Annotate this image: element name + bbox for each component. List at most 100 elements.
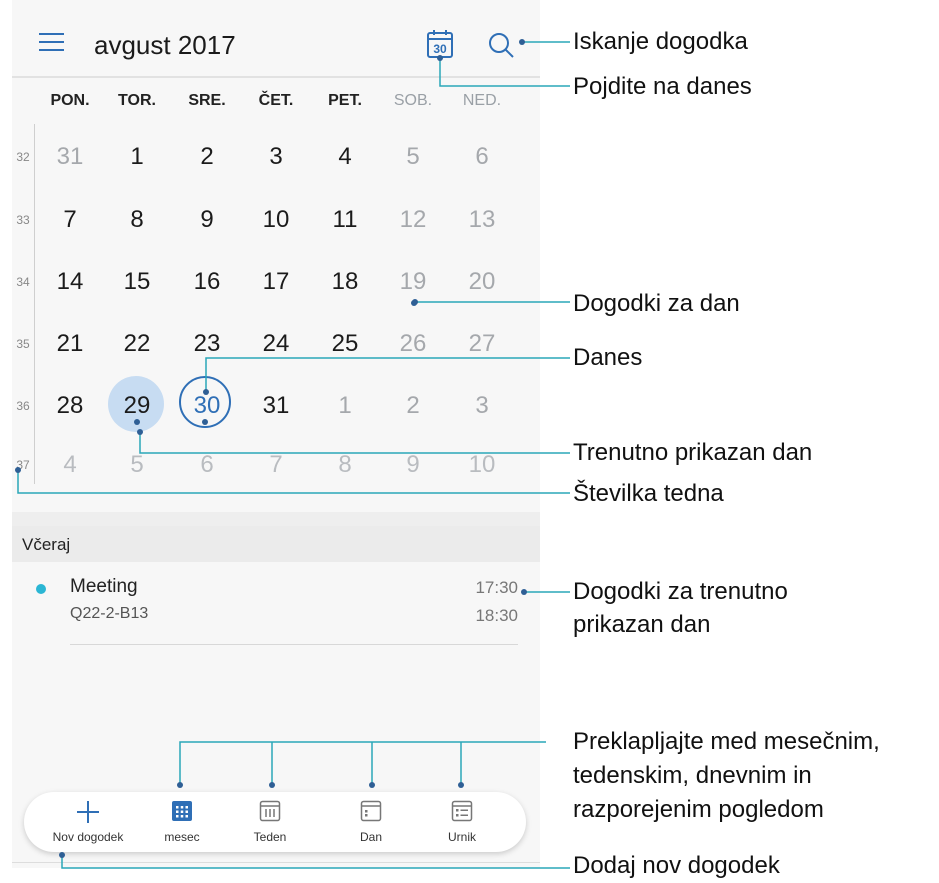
tab-month[interactable]: mesec bbox=[137, 792, 227, 852]
weekday-header: PON. TOR. SRE. ČET. PET. SOB. NED. bbox=[12, 92, 540, 116]
day-cell[interactable]: 27 bbox=[457, 330, 507, 358]
day-cell[interactable]: 6 bbox=[182, 451, 232, 479]
day-cell[interactable]: 22 bbox=[112, 330, 162, 358]
day-cell[interactable]: 31 bbox=[45, 143, 95, 171]
day-cell[interactable]: 1 bbox=[112, 143, 162, 171]
day-cell[interactable]: 28 bbox=[45, 392, 95, 420]
day-cell[interactable]: 10 bbox=[457, 451, 507, 479]
day-cell[interactable]: 5 bbox=[388, 143, 438, 171]
day-cell[interactable]: 29 bbox=[112, 392, 162, 420]
new-event-label: Nov dogodek bbox=[52, 830, 124, 844]
new-event-button[interactable]: Nov dogodek bbox=[43, 792, 133, 852]
week-number: 34 bbox=[16, 275, 30, 289]
callout-search: Iskanje dogodka bbox=[573, 28, 748, 55]
callout-today: Danes bbox=[573, 344, 643, 371]
day-cell[interactable]: 3 bbox=[251, 143, 301, 171]
day-cell[interactable]: 21 bbox=[45, 330, 95, 358]
day-cell[interactable]: 13 bbox=[457, 206, 507, 234]
day-cell[interactable]: 31 bbox=[251, 392, 301, 420]
callout-events-current-1: Dogodki za trenutno bbox=[573, 578, 788, 605]
day-cell[interactable]: 23 bbox=[182, 330, 232, 358]
tab-day[interactable]: Dan bbox=[326, 792, 416, 852]
event-start-time: 17:30 bbox=[475, 578, 518, 597]
day-cell[interactable]: 12 bbox=[388, 206, 438, 234]
search-button[interactable] bbox=[486, 30, 516, 60]
day-cell[interactable]: 16 bbox=[182, 268, 232, 296]
day-cell[interactable]: 30 bbox=[182, 392, 232, 420]
agenda-separator bbox=[12, 512, 540, 526]
week-number-divider bbox=[34, 124, 35, 484]
week-number: 36 bbox=[16, 399, 30, 413]
day-cell[interactable]: 2 bbox=[388, 392, 438, 420]
callout-events-for-day: Dogodki za dan bbox=[573, 290, 740, 317]
day-cell[interactable]: 17 bbox=[251, 268, 301, 296]
day-cell[interactable]: 6 bbox=[457, 143, 507, 171]
day-cell[interactable]: 4 bbox=[320, 143, 370, 171]
week-number: 37 bbox=[16, 458, 30, 472]
day-cell[interactable]: 4 bbox=[45, 451, 95, 479]
event-indicator-dot bbox=[134, 419, 140, 425]
bottom-nav: Nov dogodek mesec Teden Dan Urnik bbox=[24, 792, 526, 852]
event-item[interactable]: Meeting Q22-2-B13 17:30 18:30 bbox=[12, 566, 540, 646]
callout-add-event: Dodaj nov dogodek bbox=[573, 852, 780, 879]
event-end-time: 18:30 bbox=[475, 606, 518, 625]
day-cell[interactable]: 18 bbox=[320, 268, 370, 296]
day-cell[interactable]: 1 bbox=[320, 392, 370, 420]
weekday-wed: SRE. bbox=[188, 92, 226, 109]
day-cell[interactable]: 25 bbox=[320, 330, 370, 358]
weekday-sat: SOB. bbox=[393, 92, 433, 109]
tab-week[interactable]: Teden bbox=[225, 792, 315, 852]
day-cell[interactable]: 26 bbox=[388, 330, 438, 358]
tab-schedule[interactable]: Urnik bbox=[417, 792, 507, 852]
day-cell[interactable]: 14 bbox=[45, 268, 95, 296]
week-number: 33 bbox=[16, 213, 30, 227]
go-to-today-button[interactable]: 30 bbox=[426, 29, 454, 59]
app-bar: avgust 2017 30 bbox=[12, 0, 540, 78]
event-location: Q22-2-B13 bbox=[70, 605, 149, 622]
day-cell[interactable]: 24 bbox=[251, 330, 301, 358]
event-indicator-dot bbox=[202, 419, 208, 425]
callout-events-current-2: prikazan dan bbox=[573, 611, 711, 638]
month-title[interactable]: avgust 2017 bbox=[94, 30, 236, 61]
day-cell[interactable]: 15 bbox=[112, 268, 162, 296]
day-cell[interactable]: 20 bbox=[457, 268, 507, 296]
weekday-mon: PON. bbox=[50, 92, 90, 109]
day-cell[interactable]: 2 bbox=[182, 143, 232, 171]
day-cell[interactable]: 8 bbox=[320, 451, 370, 479]
callout-current-day: Trenutno prikazan dan bbox=[573, 439, 813, 466]
week-tab-label: Teden bbox=[253, 830, 287, 844]
day-cell[interactable]: 9 bbox=[182, 206, 232, 234]
day-cell[interactable]: 11 bbox=[320, 206, 370, 234]
today-icon-number: 30 bbox=[433, 42, 447, 56]
month-view-icon bbox=[172, 801, 192, 821]
weekday-thu: ČET. bbox=[258, 92, 294, 109]
week-view-icon bbox=[259, 800, 281, 822]
day-cell[interactable]: 7 bbox=[45, 206, 95, 234]
search-icon bbox=[489, 33, 514, 58]
week-number: 35 bbox=[16, 337, 30, 351]
day-cell[interactable]: 7 bbox=[251, 451, 301, 479]
menu-icon[interactable] bbox=[39, 33, 64, 51]
day-cell[interactable]: 19 bbox=[388, 268, 438, 296]
day-cell[interactable]: 10 bbox=[251, 206, 301, 234]
day-view-icon bbox=[360, 800, 382, 822]
day-cell[interactable]: 8 bbox=[112, 206, 162, 234]
week-number: 32 bbox=[16, 150, 30, 164]
weekday-sun: NED. bbox=[462, 92, 502, 109]
plus-icon bbox=[77, 801, 99, 823]
callout-week-number: Številka tedna bbox=[573, 480, 724, 507]
day-tab-label: Dan bbox=[359, 830, 382, 844]
schedule-view-icon bbox=[451, 800, 473, 822]
calendar-today-icon: 30 bbox=[427, 30, 453, 58]
callout-switch-1: Preklapljajte med mesečnim, bbox=[573, 728, 880, 755]
day-cell[interactable]: 3 bbox=[457, 392, 507, 420]
callout-switch-3: razporejenim pogledom bbox=[573, 796, 824, 823]
day-cell[interactable]: 5 bbox=[112, 451, 162, 479]
event-color-dot bbox=[36, 584, 46, 594]
weekday-fri: PET. bbox=[328, 92, 362, 109]
agenda-section-header: Včeraj bbox=[12, 526, 540, 562]
callout-go-today: Pojdite na danes bbox=[573, 73, 752, 100]
day-cell[interactable]: 9 bbox=[388, 451, 438, 479]
agenda-section-label: Včeraj bbox=[22, 535, 71, 554]
schedule-tab-label: Urnik bbox=[447, 830, 476, 844]
